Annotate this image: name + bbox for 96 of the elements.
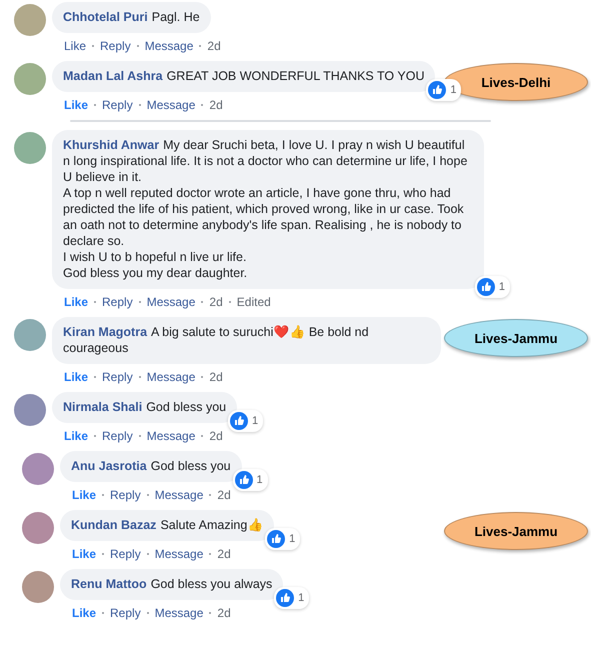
thumbs-up-icon: [476, 278, 495, 296]
separator-dot: [102, 494, 104, 496]
like-link[interactable]: Like: [72, 606, 96, 620]
thumbs-up-icon: [230, 412, 248, 430]
action-link[interactable]: Message: [154, 488, 204, 502]
separator-dot: [94, 301, 96, 303]
separator-dot: [136, 45, 139, 47]
commenter-name[interactable]: Anu Jasrotia: [71, 459, 147, 473]
timestamp[interactable]: 2d: [217, 488, 231, 502]
thumbs-up-icon: [276, 589, 294, 607]
reaction-count[interactable]: 1: [232, 469, 268, 491]
avatar-photo[interactable]: [14, 132, 46, 164]
like-link[interactable]: Like: [64, 429, 88, 443]
separator-dot: [94, 104, 96, 106]
action-link[interactable]: Reply: [100, 39, 131, 53]
action-link[interactable]: Message: [146, 429, 196, 443]
separator-dot: [102, 612, 104, 614]
comment-text: Anu Jasrotia God bless you: [71, 458, 231, 474]
avatar-photo[interactable]: [14, 319, 46, 351]
comment-text: Renu Mattoo God bless you always: [71, 576, 272, 592]
separator-dot: [199, 45, 202, 47]
commenter-name[interactable]: Nirmala Shali: [63, 400, 142, 414]
avatar-photo[interactable]: [14, 394, 46, 426]
separator-dot: [138, 435, 141, 437]
like-link[interactable]: Like: [64, 39, 86, 53]
separator-dot: [201, 435, 204, 437]
location-callout: Lives-Jammu: [444, 319, 588, 357]
reaction-count[interactable]: 1: [228, 410, 264, 432]
like-link[interactable]: Like: [64, 370, 88, 384]
thumbs-up-icon: [267, 530, 286, 548]
action-link[interactable]: Message: [146, 295, 196, 309]
comment-text: Kundan Bazaz Salute Amazing👍: [71, 517, 264, 533]
separator-dot: [94, 376, 96, 378]
separator-dot: [209, 553, 212, 555]
reaction-count[interactable]: 1: [274, 587, 310, 609]
avatar-photo[interactable]: [22, 512, 54, 544]
commenter-name[interactable]: Renu Mattoo: [71, 577, 147, 591]
avatar-photo[interactable]: [22, 571, 54, 603]
comment-text: Kiran Magotra A big salute to suruchi❤👍 Be bold nd courageous: [63, 324, 370, 356]
comment-text: Madan Lal Ashra GREAT JOB WONDERFUL THANKS TO YOU: [63, 68, 424, 84]
action-link[interactable]: Message: [146, 370, 196, 384]
commenter-name[interactable]: Chhotelal Puri: [63, 10, 148, 24]
action-link[interactable]: Reply: [110, 606, 141, 620]
like-link[interactable]: Like: [72, 488, 96, 502]
separator-dot: [138, 104, 141, 106]
separator-dot: [94, 435, 96, 437]
action-link[interactable]: Message: [144, 39, 194, 53]
like-link[interactable]: Like: [72, 547, 96, 561]
commenter-name[interactable]: Khurshid Anwar: [63, 138, 160, 152]
timestamp[interactable]: 2d: [207, 39, 221, 53]
action-link[interactable]: Reply: [102, 98, 133, 112]
action-link[interactable]: Reply: [102, 429, 133, 443]
separator-dot: [138, 376, 141, 378]
separator-dot: [138, 301, 141, 303]
separator-dot: [228, 301, 231, 303]
action-link[interactable]: Message: [154, 606, 204, 620]
like-link[interactable]: Like: [64, 295, 88, 309]
separator-dot: [201, 376, 204, 378]
separator-dot: [146, 553, 149, 555]
timestamp[interactable]: 2d: [217, 606, 231, 620]
avatar-photo[interactable]: [14, 4, 46, 36]
timestamp[interactable]: 2d: [217, 547, 231, 561]
avatar-photo[interactable]: [14, 63, 46, 95]
action-link[interactable]: Reply: [110, 488, 141, 502]
reaction-count[interactable]: 1: [426, 79, 462, 101]
action-link[interactable]: Reply: [102, 370, 133, 384]
separator-dot: [146, 494, 149, 496]
reaction-count[interactable]: 1: [474, 276, 510, 298]
thumbs-up-icon: [428, 81, 446, 99]
comment-text: Nirmala Shali God bless you: [63, 399, 226, 415]
comment-text: Khurshid Anwar My dear Sruchi beta, I love U. I pray n wish U beautiful n long inspirational life. It is not a doctor who can determine ur life, I hope U believe in it. A top n well reputed doctor wrote an article, I have gone thru, who had predicted the life of his patient, which proved wrong, like in ur case. Took an oath not to determine anybody's life span. Realising , he is nobody to declare so. I wish U to b hopeful n live ur life. God bless you my dear daughter.: [63, 137, 468, 281]
action-link[interactable]: Reply: [110, 547, 141, 561]
location-callout: Lives-Jammu: [444, 512, 588, 550]
commenter-name[interactable]: Kundan Bazaz: [71, 518, 156, 532]
separator-dot: [201, 301, 204, 303]
separator-dot: [146, 612, 149, 614]
timestamp[interactable]: 2d: [209, 98, 223, 112]
timestamp[interactable]: 2d: [209, 370, 223, 384]
timestamp[interactable]: Edited: [236, 295, 271, 309]
separator-dot: [102, 553, 104, 555]
action-link[interactable]: Reply: [102, 295, 133, 309]
thumbs-up-icon: [234, 471, 253, 489]
timestamp[interactable]: 2d: [209, 429, 223, 443]
separator-dot: [201, 104, 204, 106]
commenter-name[interactable]: Madan Lal Ashra: [63, 69, 163, 83]
avatar-photo[interactable]: [22, 453, 54, 485]
action-link[interactable]: Message: [154, 547, 204, 561]
commenter-name[interactable]: Kiran Magotra: [63, 325, 148, 339]
separator-dot: [209, 612, 212, 614]
separator-dot: [92, 45, 94, 47]
action-link[interactable]: Message: [146, 98, 196, 112]
timestamp[interactable]: 2d: [209, 295, 223, 309]
comment-text: Chhotelal Puri Pagl. He: [63, 9, 200, 25]
separator-dot: [209, 494, 212, 496]
reaction-count[interactable]: 1: [265, 528, 300, 550]
like-link[interactable]: Like: [64, 98, 88, 112]
